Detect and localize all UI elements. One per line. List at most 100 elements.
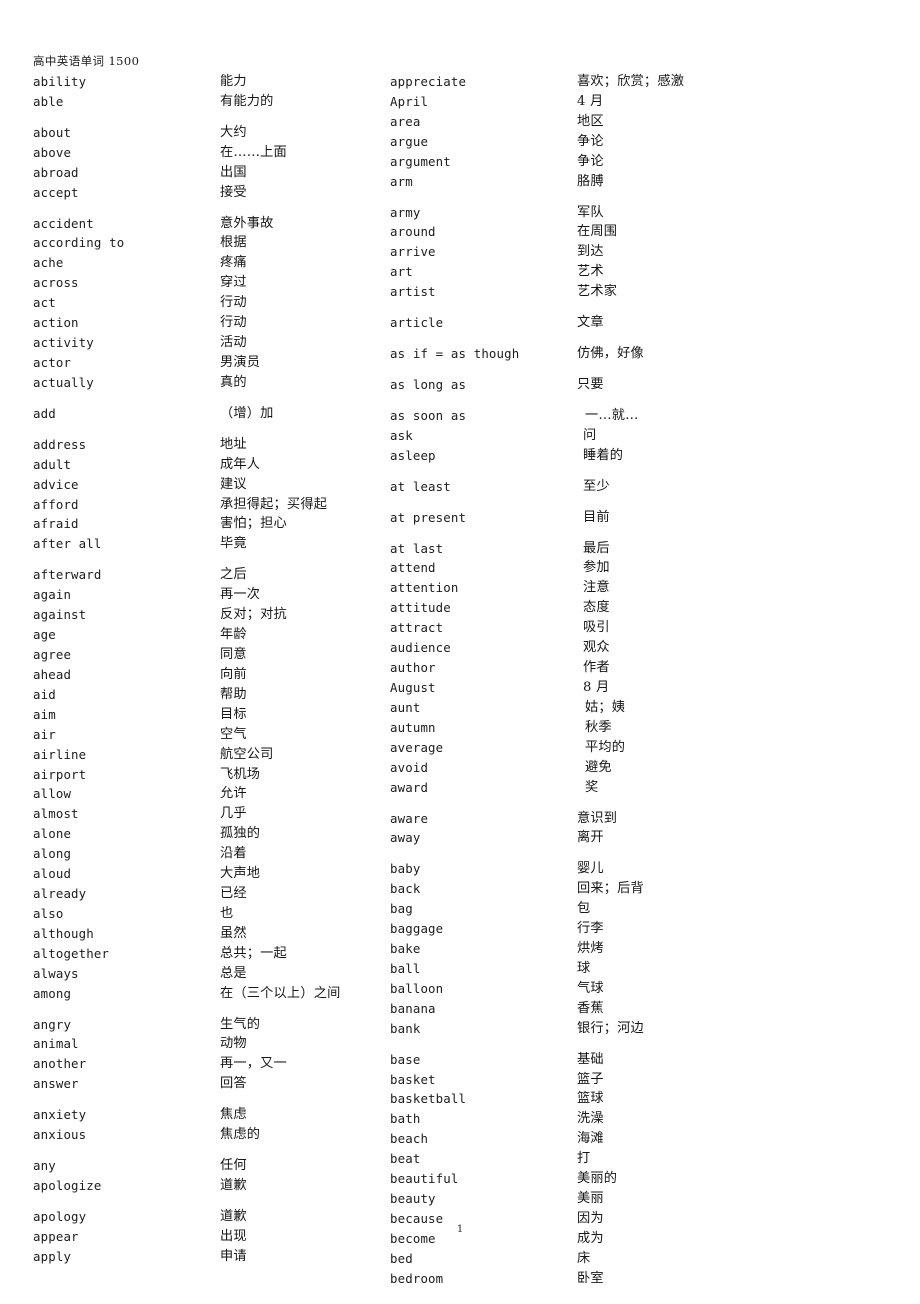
vocabulary-definition: 注意	[583, 580, 610, 596]
vocabulary-row: airport 飞机场	[33, 765, 373, 785]
vocabulary-term: bag	[390, 901, 413, 917]
vocabulary-definition: 美丽	[577, 1191, 604, 1207]
vocabulary-row: art 艺术	[390, 262, 730, 282]
vocabulary-row: adult 成年人	[33, 455, 373, 475]
vocabulary-row: beauty 美丽	[390, 1189, 730, 1209]
vocabulary-definition: 喜欢；欣赏；感激	[577, 74, 685, 89]
vocabulary-term: afford	[33, 496, 79, 512]
vocabulary-definition: 向前	[220, 666, 247, 682]
vocabulary-row: away 离开	[390, 828, 730, 848]
vocabulary-term: autumn	[390, 719, 436, 735]
vocabulary-term: aloud	[33, 866, 72, 882]
vocabulary-definition: 再一，又一	[220, 1056, 287, 1072]
vocabulary-term: aid	[33, 686, 56, 702]
vocabulary-definition: 总是	[220, 965, 247, 981]
vocabulary-row: alone 孤独的	[33, 824, 373, 844]
vocabulary-definition: 打	[577, 1151, 591, 1167]
vocabulary-row: accident 意外事故	[33, 214, 373, 234]
vocabulary-row: balloon 气球	[390, 979, 730, 999]
vocabulary-term: alone	[33, 826, 72, 842]
vocabulary-row: able 有能力的	[33, 92, 373, 112]
vocabulary-row: aid 帮助	[33, 685, 373, 705]
vocabulary-term: average	[390, 739, 444, 755]
vocabulary-term: arm	[390, 173, 413, 189]
vocabulary-definition: 目前	[583, 509, 610, 525]
vocabulary-term: airport	[33, 766, 87, 782]
vocabulary-definition: 焦虑	[220, 1107, 247, 1123]
vocabulary-definition: 沿着	[220, 846, 247, 862]
vocabulary-row: bath 洗澡	[390, 1109, 730, 1129]
vocabulary-row: angry 生气的	[33, 1015, 373, 1035]
vocabulary-row: afford 承担得起；买得起	[33, 495, 373, 515]
vocabulary-row: another 再一，又一	[33, 1054, 373, 1074]
vocabulary-term: accident	[33, 215, 94, 231]
page-number: 1	[456, 1224, 464, 1235]
vocabulary-definition: 气球	[577, 980, 604, 996]
vocabulary-row: anxious 焦虑的	[33, 1125, 373, 1145]
vocabulary-row: again 再一次	[33, 585, 373, 605]
vocabulary-definition: 仿佛，好像	[577, 346, 644, 362]
vocabulary-row: above 在……上面	[33, 143, 373, 163]
vocabulary-term: agree	[33, 646, 72, 662]
vocabulary-term: already	[33, 886, 87, 902]
vocabulary-term: air	[33, 726, 56, 742]
vocabulary-row: baby 婴儿	[390, 859, 730, 879]
vocabulary-column-left: ability 能力 able 有能力的 about 大约 above 在……上面 abroad…	[33, 72, 373, 1267]
vocabulary-row: basket 篮子	[390, 1070, 730, 1090]
vocabulary-term: bake	[390, 941, 421, 957]
vocabulary-term: add	[33, 405, 56, 421]
vocabulary-definition: 一…就…	[585, 407, 639, 423]
vocabulary-definition: 床	[577, 1250, 591, 1266]
vocabulary-row: across 穿过	[33, 273, 373, 293]
vocabulary-term: apply	[33, 1248, 72, 1264]
vocabulary-row: age 年龄	[33, 625, 373, 645]
vocabulary-term: basket	[390, 1071, 436, 1087]
vocabulary-definition: 几乎	[220, 806, 247, 822]
vocabulary-row: add （增）加	[33, 404, 373, 424]
vocabulary-row: autumn 秋季	[390, 718, 730, 738]
vocabulary-row: aloud 大声地	[33, 864, 373, 884]
vocabulary-row: attention 注意	[390, 578, 730, 598]
vocabulary-term: answer	[33, 1076, 79, 1092]
vocabulary-term: anxious	[33, 1127, 87, 1143]
vocabulary-row: against 反对；对抗	[33, 605, 373, 625]
vocabulary-definition: 成年人	[220, 456, 261, 472]
vocabulary-row: already 已经	[33, 884, 373, 904]
vocabulary-term: angry	[33, 1016, 72, 1032]
vocabulary-definition: 平均的	[585, 739, 626, 755]
vocabulary-row: banana 香蕉	[390, 999, 730, 1019]
vocabulary-term: bath	[390, 1111, 421, 1127]
vocabulary-definition: 争论	[577, 153, 604, 169]
vocabulary-row: attitude 态度	[390, 598, 730, 618]
vocabulary-definition: 观众	[583, 640, 610, 656]
vocabulary-definition: 离开	[577, 830, 604, 846]
vocabulary-definition: 出国	[220, 164, 247, 180]
vocabulary-definition: 美丽的	[577, 1171, 618, 1187]
vocabulary-definition: 基础	[577, 1051, 604, 1067]
vocabulary-definition: 作者	[583, 660, 610, 676]
vocabulary-term: art	[390, 264, 413, 280]
vocabulary-term: aware	[390, 810, 429, 826]
vocabulary-definition: 睡着的	[583, 447, 624, 463]
vocabulary-term: article	[390, 315, 444, 331]
vocabulary-row: ache 疼痛	[33, 253, 373, 273]
vocabulary-term: age	[33, 627, 56, 643]
vocabulary-row: baggage 行李	[390, 919, 730, 939]
vocabulary-term: bank	[390, 1020, 421, 1036]
vocabulary-definition: 害怕；担心	[220, 516, 287, 532]
vocabulary-term: animal	[33, 1036, 79, 1052]
document-page: 高中英语单词 1500 ability 能力 able 有能力的 about 大约 abov…	[0, 0, 920, 1304]
page-title: 高中英语单词 1500	[33, 54, 140, 68]
vocabulary-row: apologize 道歉	[33, 1176, 373, 1196]
vocabulary-term: area	[390, 113, 421, 129]
vocabulary-row: abroad 出国	[33, 163, 373, 183]
vocabulary-row: around 在周围	[390, 222, 730, 242]
vocabulary-term: beat	[390, 1151, 421, 1167]
vocabulary-row: beautiful 美丽的	[390, 1169, 730, 1189]
vocabulary-definition: 行动	[220, 315, 247, 331]
vocabulary-row: argue 争论	[390, 132, 730, 152]
vocabulary-definition: 之后	[220, 567, 247, 583]
vocabulary-term: ball	[390, 960, 421, 976]
vocabulary-definition: 真的	[220, 374, 247, 390]
vocabulary-row: beach 海滩	[390, 1129, 730, 1149]
